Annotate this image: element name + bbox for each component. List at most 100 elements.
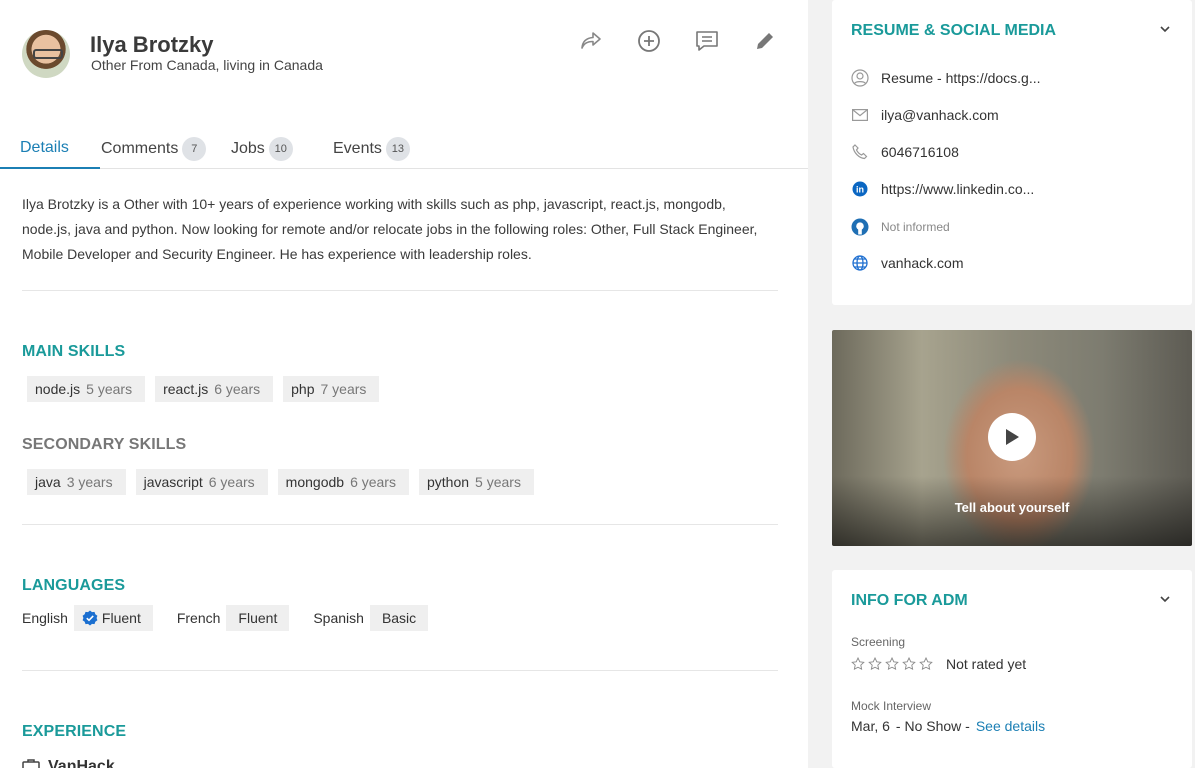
skill-years: 5 years — [475, 474, 521, 490]
resume-social-card: RESUME & SOCIAL MEDIA Resume - https://d… — [832, 0, 1192, 305]
tab-label: Events — [333, 139, 382, 157]
secondary-skills-list: java 3 years javascript 6 years mongodb 6 y… — [27, 469, 534, 495]
tab-jobs[interactable]: Jobs 10 — [231, 128, 293, 169]
mock-interview-info: Mar, 6 - No Show - See details — [851, 718, 1045, 734]
skill-chip: node.js 5 years — [27, 376, 146, 402]
skill-years: 6 years — [208, 474, 255, 490]
tab-events[interactable]: Events 13 — [333, 128, 410, 169]
globe-icon — [851, 254, 869, 272]
mock-interview-date: Mar, 6 — [851, 718, 890, 734]
profile-summary: Ilya Brotzky is a Other with 10+ years o… — [22, 196, 758, 262]
contact-text: Resume - https://docs.g... — [881, 70, 1041, 86]
share-icon[interactable] — [578, 28, 604, 54]
phone-link[interactable]: 6046716108 — [851, 143, 959, 161]
github-link[interactable]: Not informed — [851, 218, 950, 236]
skill-name: node.js — [35, 381, 81, 397]
star-icon[interactable] — [902, 657, 916, 671]
candidate-location: Other From Canada, living in Canada — [91, 57, 323, 73]
avatar — [22, 30, 70, 78]
experience-title: EXPERIENCE — [22, 723, 127, 740]
email-link[interactable]: ilya@vanhack.com — [851, 106, 999, 124]
languages-list: English Fluent French Fluent Spanish Bas… — [22, 605, 452, 631]
resume-link[interactable]: Resume - https://docs.g... — [851, 69, 1041, 87]
skill-name: react.js — [163, 381, 209, 397]
tab-count-badge: 7 — [182, 136, 207, 161]
skill-name: java — [35, 474, 61, 490]
tab-label: Jobs — [231, 139, 265, 157]
profile-main-panel: Ilya Brotzky Other From Canada, living i… — [0, 0, 808, 768]
briefcase-icon — [22, 759, 40, 768]
add-circle-icon[interactable] — [636, 28, 662, 54]
linkedin-link[interactable]: in https://www.linkedin.co... — [851, 180, 1034, 198]
skill-name: python — [426, 474, 470, 490]
divider — [22, 524, 778, 525]
video-caption: Tell about yourself — [954, 500, 1070, 515]
screening-label: Screening — [851, 635, 906, 649]
mock-interview-label: Mock Interview — [851, 699, 932, 713]
tab-details[interactable]: Details — [0, 128, 100, 169]
language-level: Basic — [369, 605, 429, 631]
svg-text:in: in — [856, 185, 864, 195]
tab-comments[interactable]: Comments 7 — [101, 128, 207, 169]
candidate-name: Ilya Brotzky — [90, 32, 214, 57]
language-name: French — [176, 610, 221, 626]
intro-video[interactable]: Tell about yourself — [832, 330, 1192, 546]
languages-title: LANGUAGES — [22, 577, 126, 594]
star-icon[interactable] — [919, 657, 933, 671]
star-icon[interactable] — [885, 657, 899, 671]
language-level: Fluent — [226, 605, 290, 631]
phone-icon — [851, 143, 869, 161]
star-icon[interactable] — [868, 657, 882, 671]
skill-years: 7 years — [320, 381, 367, 397]
secondary-skills-title: SECONDARY SKILLS — [22, 436, 187, 453]
star-icon[interactable] — [851, 657, 865, 671]
tab-count-badge: 13 — [385, 136, 410, 161]
language-name: Spanish — [313, 610, 364, 626]
contact-text: vanhack.com — [881, 255, 964, 271]
tab-label: Details — [20, 138, 69, 156]
tab-count-badge: 10 — [268, 136, 293, 161]
language-level: Fluent — [73, 605, 153, 631]
website-link[interactable]: vanhack.com — [851, 254, 963, 272]
chevron-down-icon[interactable] — [1158, 22, 1172, 36]
divider — [22, 290, 778, 291]
profile-actions — [578, 28, 778, 54]
skill-years: 5 years — [86, 381, 133, 397]
main-skills-list: node.js 5 years react.js 6 years php 7 year… — [27, 376, 380, 402]
verified-badge-icon — [82, 610, 98, 626]
user-circle-icon — [851, 69, 869, 87]
screening-status: Not rated yet — [946, 656, 1027, 672]
edit-pencil-icon[interactable] — [752, 28, 778, 54]
see-details-link[interactable]: See details — [976, 718, 1045, 734]
contact-text: https://www.linkedin.co... — [881, 181, 1035, 197]
divider — [22, 670, 778, 671]
comment-icon[interactable] — [694, 28, 720, 54]
play-icon — [1006, 429, 1019, 445]
skill-name: javascript — [143, 474, 203, 490]
skill-name: mongodb — [285, 474, 345, 490]
skill-chip: python 5 years — [418, 469, 534, 495]
profile-tabs: Details Comments 7 Jobs 10 Events 13 — [0, 128, 808, 169]
card-title: INFO FOR ADM — [851, 592, 968, 609]
info-for-adm-card: INFO FOR ADM Screening Not rated yet Moc… — [832, 570, 1192, 768]
experience-company: VanHack — [48, 758, 115, 768]
main-skills-title: MAIN SKILLS — [22, 343, 126, 360]
skill-chip: java 3 years — [27, 469, 126, 495]
chevron-down-icon[interactable] — [1158, 592, 1172, 606]
play-button[interactable] — [988, 413, 1036, 461]
skill-years: 6 years — [350, 474, 396, 490]
linkedin-icon: in — [851, 180, 869, 198]
contact-text: ilya@vanhack.com — [881, 107, 999, 123]
github-icon — [851, 218, 869, 236]
language-name: English — [22, 610, 68, 626]
screening-rating[interactable]: Not rated yet — [851, 656, 1026, 672]
skill-chip: mongodb 6 years — [277, 469, 409, 495]
tab-label: Comments — [101, 139, 179, 157]
skill-name: php — [291, 381, 315, 397]
experience-item: VanHack — [22, 758, 115, 768]
contact-text: Not informed — [881, 220, 950, 234]
skill-years: 6 years — [214, 381, 261, 397]
skill-chip: react.js 6 years — [155, 376, 274, 402]
language-level-text: Fluent — [101, 610, 141, 626]
contact-text: 6046716108 — [881, 144, 959, 160]
